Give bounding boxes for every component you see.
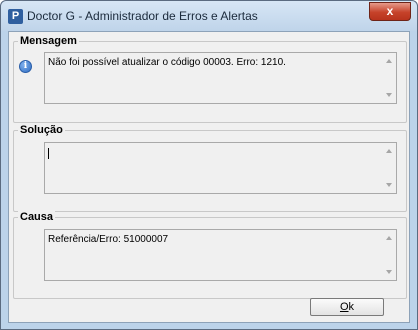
solution-memo[interactable] bbox=[44, 142, 397, 194]
scroll-up-icon[interactable] bbox=[386, 59, 392, 63]
scroll-down-icon[interactable] bbox=[386, 270, 392, 274]
message-text: Não foi possível atualizar o código 0000… bbox=[48, 57, 286, 68]
group-label-mensagem: Mensagem bbox=[18, 35, 79, 47]
solution-scrollbar[interactable] bbox=[383, 143, 396, 193]
cause-text: Referência/Erro: 51000007 bbox=[48, 234, 169, 245]
ok-button-label: k bbox=[348, 301, 355, 313]
group-label-solucao: Solução bbox=[18, 124, 65, 136]
scroll-down-icon[interactable] bbox=[386, 93, 392, 97]
message-scrollbar[interactable] bbox=[383, 53, 396, 103]
ok-button-mnemonic: O bbox=[339, 301, 349, 313]
scroll-down-icon[interactable] bbox=[386, 183, 392, 187]
scroll-up-icon[interactable] bbox=[386, 149, 392, 153]
dialog-window: P Doctor G - Administrador de Erros e Al… bbox=[0, 0, 418, 330]
group-causa: Causa Referência/Erro: 51000007 bbox=[13, 211, 407, 299]
close-button[interactable]: x bbox=[369, 2, 411, 21]
dialog-body: Mensagem i Não foi possível atualizar o … bbox=[8, 31, 410, 323]
group-mensagem: Mensagem i Não foi possível atualizar o … bbox=[13, 35, 407, 123]
close-icon: x bbox=[386, 4, 394, 18]
cause-scrollbar[interactable] bbox=[383, 230, 396, 280]
app-logo-icon: P bbox=[8, 9, 23, 24]
window-title: Doctor G - Administrador de Erros e Aler… bbox=[27, 9, 258, 23]
title-bar[interactable]: P Doctor G - Administrador de Erros e Al… bbox=[1, 1, 417, 31]
cause-memo[interactable]: Referência/Erro: 51000007 bbox=[44, 229, 397, 281]
group-solucao: Solução bbox=[13, 124, 407, 212]
ok-button[interactable]: Ok bbox=[310, 298, 384, 316]
group-label-causa: Causa bbox=[18, 211, 56, 223]
text-caret bbox=[48, 148, 49, 159]
scroll-up-icon[interactable] bbox=[386, 236, 392, 240]
info-icon: i bbox=[19, 60, 32, 73]
message-memo[interactable]: Não foi possível atualizar o código 0000… bbox=[44, 52, 397, 104]
